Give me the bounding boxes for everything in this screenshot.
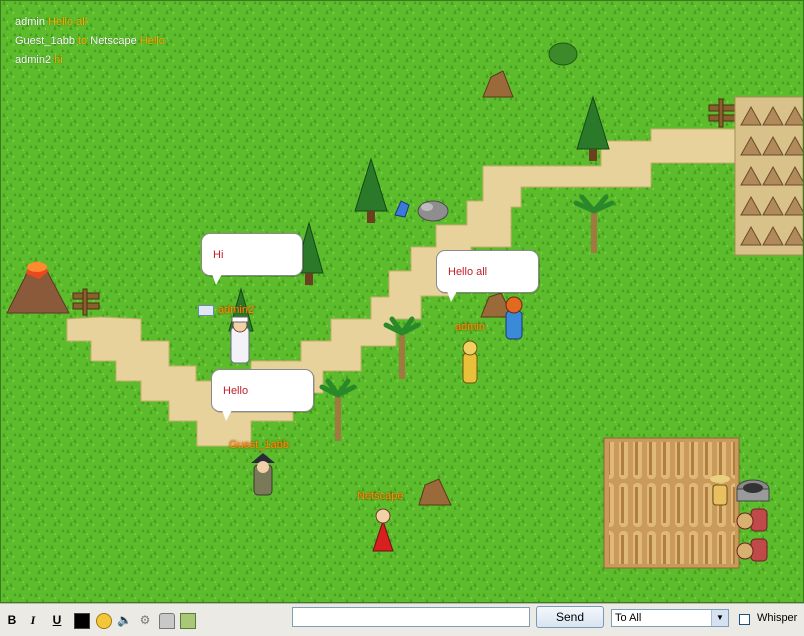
italic-button[interactable]: I: [27, 612, 39, 628]
map-icon[interactable]: [180, 613, 196, 629]
chat-input[interactable]: [292, 607, 530, 627]
map-scene: [1, 1, 803, 602]
chevron-down-icon[interactable]: ▼: [711, 610, 728, 626]
player-name-text: admin2: [218, 304, 255, 316]
whisper-checkbox[interactable]: [739, 614, 750, 625]
speaker-icon[interactable]: 🔈: [117, 612, 132, 628]
speech-bubble-admin2: Hi: [201, 233, 303, 285]
game-map[interactable]: admin Hello all Guest_1abb to Netscape H…: [0, 0, 804, 603]
chat-line: admin Hello all: [15, 13, 165, 32]
character-admin-sprite: [505, 296, 523, 340]
gear-icon[interactable]: ⚙: [138, 612, 152, 628]
player-name-netscape[interactable]: Netscape: [357, 490, 403, 502]
tent-camp: [734, 96, 803, 256]
chat-recipient: Netscape: [90, 35, 137, 47]
chat-log: admin Hello all Guest_1abb to Netscape H…: [15, 13, 165, 70]
smiley-icon[interactable]: [96, 613, 112, 629]
character-yellow-sprite: [462, 340, 478, 384]
chat-message: hi: [54, 54, 63, 66]
chat-sender: admin: [15, 16, 45, 28]
recipient-select-value: To All: [615, 612, 642, 624]
speech-text: Hi: [213, 248, 224, 261]
player-name-admin2[interactable]: admin2: [198, 304, 254, 316]
chat-message: Hello: [139, 35, 165, 47]
whisper-label: Whisper: [757, 612, 798, 624]
speech-bubble-guest: Hello: [211, 369, 314, 421]
character-farmer-sprite: [710, 475, 730, 506]
envelope-icon: [198, 304, 214, 316]
chat-sender: Guest_1abb: [15, 35, 75, 47]
player-name-admin[interactable]: admin: [455, 321, 485, 333]
gray-rocks: [417, 200, 449, 222]
speech-text: Hello: [223, 384, 249, 397]
stone-well: [736, 479, 770, 502]
bold-button[interactable]: B: [6, 612, 18, 628]
chat-line: Guest_1abb to Netscape Hello: [15, 32, 165, 51]
speech-bubble-admin: Hello all: [436, 250, 539, 302]
chat-to-separator: to: [78, 35, 88, 47]
color-picker-icon[interactable]: [74, 613, 90, 629]
chat-sender: admin2: [15, 54, 52, 66]
underline-button[interactable]: U: [51, 612, 63, 628]
player-name-guest[interactable]: Guest_1abb: [229, 439, 289, 451]
user-icon[interactable]: [159, 613, 175, 629]
send-button[interactable]: Send: [536, 606, 604, 628]
chat-line: admin2 hi: [15, 51, 165, 70]
character-admin2-sprite: [230, 316, 250, 364]
recipient-select[interactable]: To All ▼: [611, 609, 729, 627]
bush: [548, 42, 578, 66]
speech-text: Hello all: [448, 265, 488, 278]
chat-message: Hello all: [48, 16, 88, 28]
